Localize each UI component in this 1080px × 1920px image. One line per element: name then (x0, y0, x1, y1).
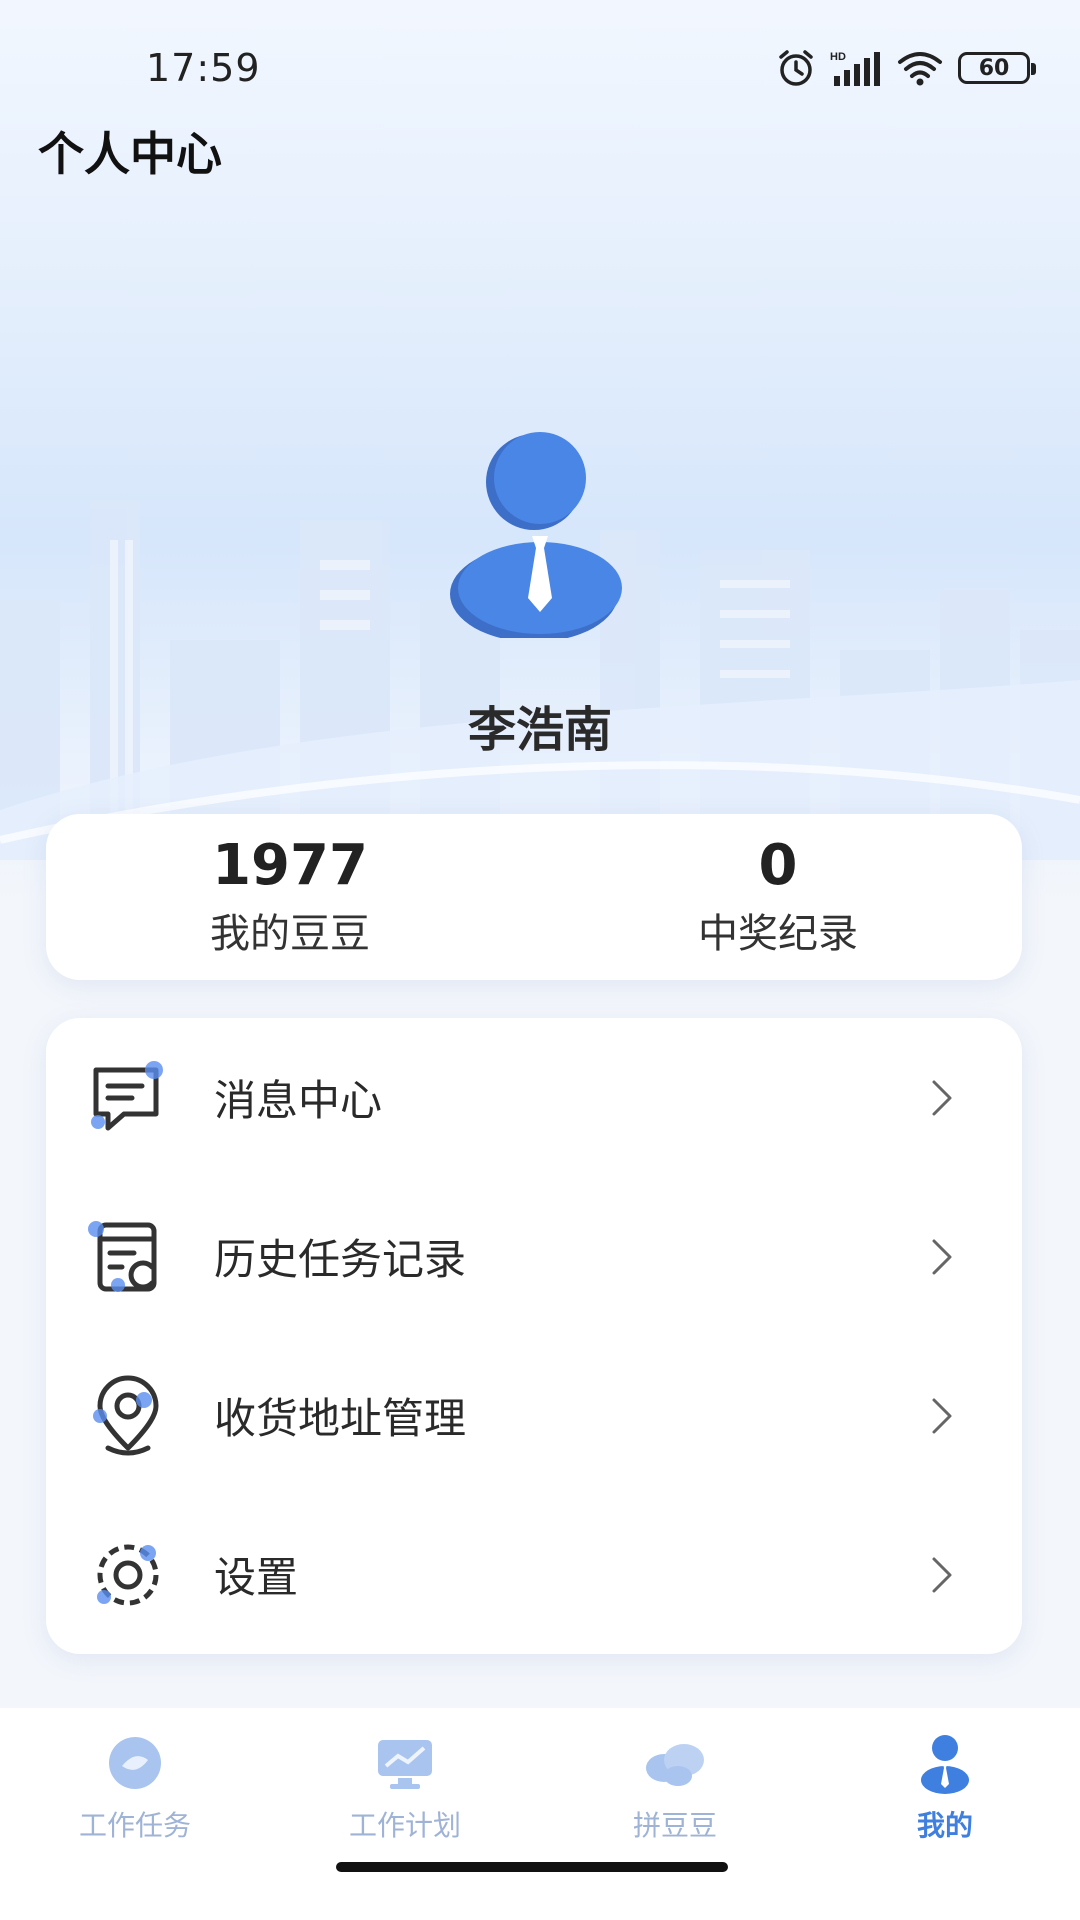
svg-text:HD: HD (830, 51, 846, 63)
menu-item-address-management[interactable]: 收货地址管理 (46, 1336, 1022, 1495)
menu-item-settings[interactable]: 设置 (46, 1495, 1022, 1654)
menu-label-message-center: 消息中心 (214, 1076, 383, 1125)
chevron-right-icon (932, 1398, 952, 1433)
plan-icon (378, 1740, 432, 1789)
bottom-nav: 工作任务 工作计划 拼豆豆 我的 (0, 1708, 1080, 1920)
battery-icon: 60 (958, 52, 1036, 84)
battery-level: 60 (978, 55, 1010, 81)
menu-item-task-history[interactable]: 历史任务记录 (46, 1177, 1022, 1336)
status-bar: 17:59 HD 60 (0, 0, 1080, 130)
beans-icon (646, 1744, 704, 1786)
stat-prize-value: 0 (758, 833, 798, 899)
nav-item-work-tasks[interactable]: 工作任务 (0, 1708, 270, 1920)
user-avatar-icon[interactable] (448, 428, 628, 638)
nav-item-beans[interactable]: 拼豆豆 (540, 1708, 810, 1920)
stat-beans-value: 1977 (212, 833, 368, 899)
chevron-right-icon (932, 1080, 952, 1115)
nav-item-work-plan[interactable]: 工作计划 (270, 1708, 540, 1920)
message-icon (91, 1060, 163, 1130)
stat-prize-records[interactable]: 0 中奖纪录 (534, 814, 1022, 980)
nav-label-work-tasks: 工作任务 (78, 1809, 191, 1842)
gear-icon (97, 1544, 159, 1605)
stat-beans-label: 我的豆豆 (210, 910, 370, 957)
menu-card: 消息中心 历史任务记录 收货地址管理 设置 (46, 1018, 1022, 1654)
location-icon (93, 1375, 159, 1455)
hd-signal-icon: HD (830, 51, 880, 86)
history-icon (88, 1220, 157, 1292)
status-time: 17:59 (146, 46, 261, 90)
stat-beans[interactable]: 1977 我的豆豆 (46, 814, 534, 980)
nav-item-mine[interactable]: 我的 (810, 1708, 1080, 1920)
menu-item-message-center[interactable]: 消息中心 (46, 1018, 1022, 1177)
menu-label-task-history: 历史任务记录 (214, 1235, 467, 1284)
chevron-right-icon (932, 1557, 952, 1592)
profile-icon (921, 1735, 969, 1794)
menu-label-address-management: 收货地址管理 (214, 1394, 467, 1443)
home-indicator[interactable] (336, 1862, 728, 1872)
task-icon (109, 1737, 161, 1789)
nav-label-work-plan: 工作计划 (348, 1809, 461, 1842)
stats-card: 1977 我的豆豆 0 中奖纪录 (46, 814, 1022, 980)
nav-label-beans: 拼豆豆 (632, 1809, 717, 1842)
status-icons: HD 60 (776, 46, 1036, 90)
user-name: 李浩南 (467, 702, 612, 758)
wifi-icon (898, 52, 942, 86)
alarm-icon (779, 50, 813, 86)
menu-label-settings: 设置 (214, 1553, 299, 1602)
page-title: 个人中心 (38, 127, 222, 181)
chevron-right-icon (932, 1239, 952, 1274)
stat-prize-label: 中奖纪录 (698, 910, 858, 957)
nav-label-mine: 我的 (916, 1809, 973, 1842)
